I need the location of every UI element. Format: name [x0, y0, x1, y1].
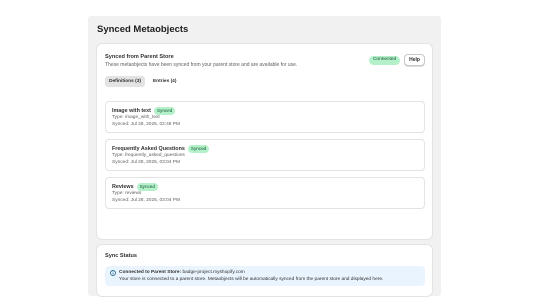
definition-synced-time: Synced: Jul 28, 2025, 03:04 PM	[112, 197, 180, 203]
definition-header: Image with text Synced	[112, 107, 418, 115]
connected-badge: Connected	[368, 55, 401, 65]
tab-definitions[interactable]: Definitions (3)	[105, 76, 145, 87]
definition-synced-time: Synced: Jul 28, 2025, 02:48 PM	[112, 121, 180, 127]
card-header-text: Synced from Parent Store These metaobjec…	[105, 53, 297, 69]
sync-status-card: Sync Status Connected to Parent Store: b…	[97, 245, 432, 296]
banner-body: Your store is connected to a parent stor…	[119, 277, 384, 282]
tab-entries[interactable]: Entries (4)	[149, 76, 180, 87]
banner-text: Connected to Parent Store: badge-project…	[119, 269, 383, 283]
definition-name: Image with text	[112, 108, 151, 114]
banner-heading: Connected to Parent Store:	[119, 270, 182, 275]
definition-header: Frequently Asked Questions Synced	[112, 145, 418, 153]
synced-badge: Synced	[136, 183, 158, 191]
tab-bar: Definitions (3) Entries (4)	[105, 76, 425, 87]
page-title: Synced Metaobjects	[97, 24, 189, 35]
section-title: Synced from Parent Store	[105, 54, 174, 60]
definition-name: Frequently Asked Questions	[112, 146, 185, 152]
banner-heading-line: Connected to Parent Store: badge-project…	[119, 269, 383, 276]
help-button[interactable]: Help	[404, 54, 425, 66]
section-description: These metaobjects have been synced from …	[105, 62, 298, 68]
synced-badge: Synced	[187, 145, 210, 153]
definition-item[interactable]: Frequently Asked Questions Synced Type: …	[105, 139, 425, 171]
app-page: Synced Metaobjects Synced from Parent St…	[88, 16, 441, 296]
definition-name: Reviews	[112, 184, 134, 190]
info-icon	[110, 270, 116, 276]
store-domain: badge-project.myshopify.com	[182, 270, 245, 275]
card-header: Synced from Parent Store These metaobjec…	[105, 53, 425, 69]
synced-badge: Synced	[153, 107, 176, 115]
definition-header: Reviews Synced	[112, 183, 418, 191]
definition-item[interactable]: Reviews Synced Type: reviews Synced: Jul…	[105, 177, 425, 209]
sync-status-title: Sync Status	[105, 253, 138, 259]
definition-synced-time: Synced: Jul 28, 2025, 03:04 PM	[112, 159, 180, 165]
definition-item[interactable]: Image with text Synced Type: image_with_…	[105, 101, 425, 133]
synced-from-parent-card: Synced from Parent Store These metaobjec…	[97, 44, 432, 239]
definitions-list: Image with text Synced Type: image_with_…	[105, 101, 425, 209]
header-actions: Connected Help	[368, 54, 425, 66]
info-banner: Connected to Parent Store: badge-project…	[105, 266, 425, 286]
